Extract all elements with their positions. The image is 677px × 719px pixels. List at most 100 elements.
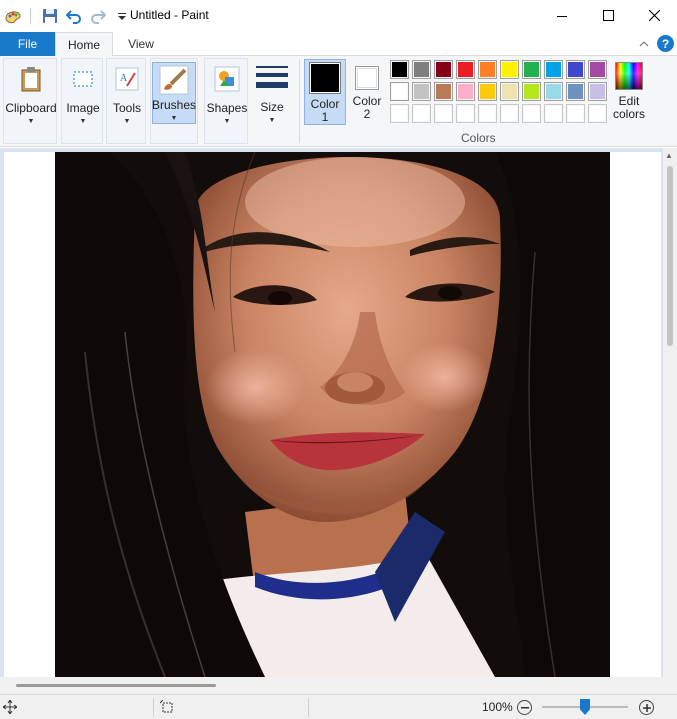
canvas-painting[interactable] — [55, 152, 610, 677]
palette-swatch[interactable] — [588, 104, 607, 123]
minimize-button[interactable] — [539, 0, 585, 31]
palette-swatch[interactable] — [390, 60, 409, 79]
ribbon-tabs: File Home View ? — [0, 31, 677, 57]
palette-swatch[interactable] — [478, 60, 497, 79]
palette-swatch[interactable] — [500, 104, 519, 123]
palette-swatch[interactable] — [500, 82, 519, 101]
palette-swatch[interactable] — [434, 60, 453, 79]
color2-swatch — [355, 66, 379, 90]
palette-swatch[interactable] — [456, 104, 475, 123]
select-icon — [67, 63, 99, 95]
palette-swatch[interactable] — [434, 104, 453, 123]
chevron-down-icon: ▼ — [123, 118, 131, 125]
color1-label-line1: Color — [310, 97, 340, 111]
palette-swatch[interactable] — [434, 82, 453, 101]
image-button[interactable]: Image ▼ — [62, 59, 104, 125]
status-separator — [308, 698, 309, 717]
chevron-down-icon: ▼ — [170, 115, 178, 122]
paint-app-icon[interactable] — [2, 5, 24, 27]
ribbon-home: Clipboard ▼ Image ▼ A Tools ▼ Brushes ▼ … — [0, 56, 677, 147]
palette-swatch[interactable] — [412, 104, 431, 123]
palette-swatch[interactable] — [500, 60, 519, 79]
brushes-button[interactable]: Brushes ▼ — [152, 62, 196, 124]
palette-swatch[interactable] — [412, 82, 431, 101]
tab-home[interactable]: Home — [55, 32, 113, 57]
vertical-scrollbar[interactable]: ▲ — [663, 148, 677, 677]
tab-file[interactable]: File — [0, 32, 55, 56]
palette-swatch[interactable] — [544, 60, 563, 79]
palette-swatch[interactable] — [456, 82, 475, 101]
image-group: Image ▼ — [61, 58, 103, 144]
undo-icon[interactable] — [63, 5, 85, 27]
palette-swatch[interactable] — [544, 82, 563, 101]
save-icon[interactable] — [39, 5, 61, 27]
zoom-level: 100% — [482, 700, 513, 714]
shapes-icon — [211, 63, 243, 95]
color1-button[interactable]: Color 1 — [304, 59, 346, 125]
shapes-button[interactable]: Shapes ▼ — [205, 59, 249, 125]
edit-colors-line2: colors — [612, 107, 645, 121]
collapse-ribbon-icon[interactable] — [636, 36, 652, 52]
tab-view[interactable]: View — [116, 32, 166, 56]
chevron-down-icon: ▼ — [268, 117, 276, 124]
palette-swatch[interactable] — [478, 82, 497, 101]
palette-swatch[interactable] — [522, 82, 541, 101]
colors-group-label: Colors — [461, 131, 496, 145]
palette-swatch[interactable] — [390, 82, 409, 101]
tools-label: Tools — [112, 101, 141, 115]
shapes-label: Shapes — [206, 101, 248, 115]
svg-text:A: A — [120, 73, 128, 84]
palette-swatch[interactable] — [566, 104, 585, 123]
clipboard-label: Clipboard — [5, 101, 57, 115]
maximize-button[interactable] — [585, 0, 631, 31]
close-button[interactable] — [631, 0, 677, 31]
palette-swatch[interactable] — [390, 104, 409, 123]
color2-label-line1: Color — [352, 94, 382, 108]
window-title: Untitled - Paint — [130, 8, 209, 22]
palette-swatch[interactable] — [456, 60, 475, 79]
palette-swatch[interactable] — [522, 60, 541, 79]
vertical-scroll-thumb[interactable] — [667, 166, 673, 346]
palette-swatch[interactable] — [478, 104, 497, 123]
palette-swatch[interactable] — [544, 104, 563, 123]
tools-button[interactable]: A Tools ▼ — [107, 59, 147, 125]
line-size-icon — [256, 62, 288, 94]
palette-swatch[interactable] — [522, 104, 541, 123]
color1-label: Color 1 — [311, 98, 340, 124]
zoom-out-icon[interactable] — [517, 700, 532, 715]
title-separator — [30, 7, 31, 24]
palette-swatch[interactable] — [566, 60, 585, 79]
zoom-slider-thumb[interactable] — [580, 699, 590, 715]
cursor-position-icon — [2, 699, 18, 717]
horizontal-scroll-thumb[interactable] — [16, 684, 216, 687]
scroll-up-icon[interactable]: ▲ — [665, 151, 673, 160]
chevron-down-icon: ▼ — [27, 118, 35, 125]
size-button[interactable]: Size ▼ — [252, 58, 292, 124]
size-label: Size — [260, 100, 284, 114]
palette-swatch[interactable] — [566, 82, 585, 101]
color2-label: Color 2 — [353, 95, 382, 121]
zoom-in-icon[interactable] — [639, 700, 654, 715]
clipboard-button[interactable]: Clipboard ▼ — [4, 59, 58, 125]
brushes-group: Brushes ▼ — [150, 58, 198, 144]
edit-colors-label: Edit colors — [613, 95, 645, 121]
edit-colors-button[interactable]: Edit colors — [608, 59, 650, 125]
edit-colors-line1: Edit — [618, 94, 640, 108]
color2-button[interactable]: Color 2 — [348, 59, 386, 125]
color1-swatch — [309, 62, 341, 94]
pencil-icon: A — [111, 63, 143, 95]
palette-swatch[interactable] — [588, 82, 607, 101]
ribbon-divider — [299, 59, 300, 143]
tools-group: A Tools ▼ — [106, 58, 146, 144]
brush-icon — [158, 64, 190, 96]
help-icon[interactable]: ? — [657, 35, 674, 52]
palette-swatch[interactable] — [412, 60, 431, 79]
horizontal-scrollbar[interactable] — [0, 677, 677, 694]
chevron-down-icon: ▼ — [223, 118, 231, 125]
image-label: Image — [66, 101, 100, 115]
rainbow-palette-icon — [615, 62, 643, 90]
redo-icon[interactable] — [87, 5, 109, 27]
title-bar: Untitled - Paint — [0, 0, 677, 31]
chevron-down-icon: ▼ — [79, 118, 87, 125]
palette-swatch[interactable] — [588, 60, 607, 79]
